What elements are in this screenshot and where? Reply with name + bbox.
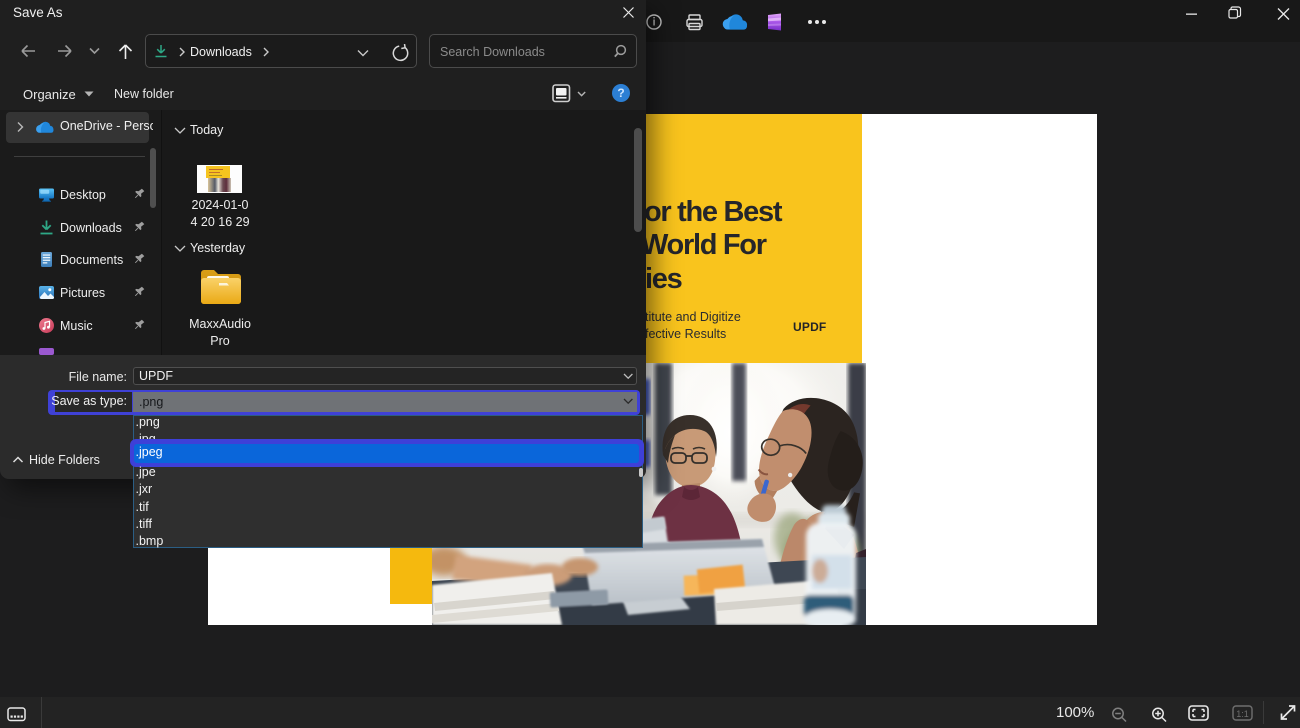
svg-text:1:1: 1:1	[1236, 709, 1249, 719]
